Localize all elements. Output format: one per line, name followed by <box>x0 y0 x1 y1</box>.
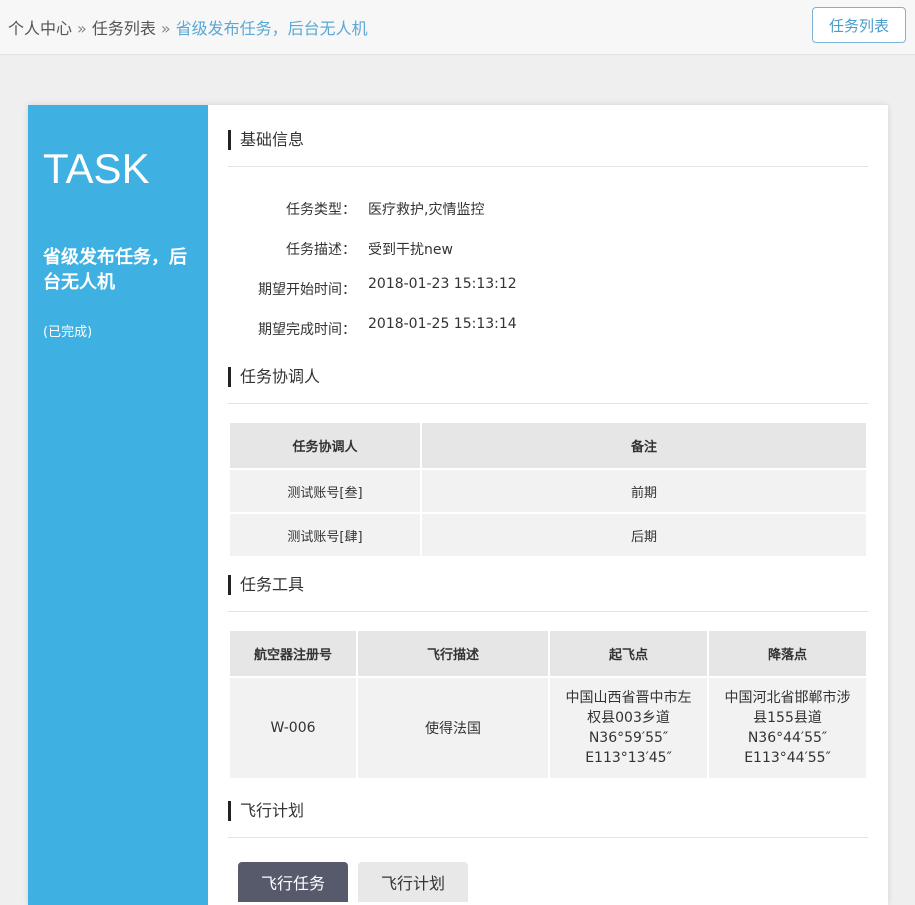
section-coordinators-title: 任务协调人 <box>228 367 868 404</box>
column-header: 起飞点 <box>550 631 707 676</box>
section-title: 任务协调人 <box>240 367 321 386</box>
takeoff-latitude: N36°59′55″ <box>588 730 669 746</box>
coordinator-name: 测试账号[叁] <box>230 470 420 512</box>
coordinator-note: 后期 <box>422 514 866 556</box>
takeoff-point: 中国山西省晋中市左 权县003乡道 N36°59′55″ E113°13′45″ <box>550 678 707 778</box>
task-list-button[interactable]: 任务列表 <box>812 7 906 43</box>
breadcrumb-separator: » <box>160 19 171 38</box>
column-header: 备注 <box>422 423 866 468</box>
table-header-row: 任务协调人 备注 <box>230 423 866 468</box>
takeoff-address-line: 权县003乡道 <box>587 710 670 726</box>
section-title: 飞行计划 <box>240 801 305 820</box>
field-label: 任务描述： <box>286 242 356 258</box>
landing-longitude: E113°44′55″ <box>744 750 831 766</box>
landing-point: 中国河北省邯郸市涉 县155县道 N36°44′55″ E113°44′55″ <box>709 678 866 778</box>
table-row: 测试账号[叁] 前期 <box>230 470 866 512</box>
section-basic-info-title: 基础信息 <box>228 130 868 167</box>
field-label: 期望完成时间： <box>258 322 356 338</box>
table-row: W-006 使得法国 中国山西省晋中市左 权县003乡道 N36°59′55″ … <box>230 678 866 778</box>
tab-flight-plan[interactable]: 飞行计划 <box>358 862 468 902</box>
landing-address-line: 中国河北省邯郸市涉 <box>724 690 851 706</box>
coordinator-note: 前期 <box>422 470 866 512</box>
landing-address-line: 县155县道 <box>753 710 822 726</box>
task-sidebar: TASK 省级发布任务，后台无人机 (已完成) <box>28 105 208 905</box>
coordinators-table: 任务协调人 备注 测试账号[叁] 前期 测试账号[肆] 后期 <box>228 421 868 558</box>
column-header: 降落点 <box>709 631 866 676</box>
landing-latitude: N36°44′55″ <box>747 730 828 746</box>
section-title: 基础信息 <box>240 130 305 149</box>
sidebar-heading: TASK <box>43 145 150 192</box>
field-value: 医疗救护,灾情监控 <box>368 202 485 218</box>
section-marker <box>228 801 231 821</box>
breadcrumb-task-list[interactable]: 任务列表 <box>92 19 156 38</box>
section-title: 任务工具 <box>240 575 305 594</box>
tools-table: 航空器注册号 飞行描述 起飞点 降落点 W-006 使得法国 中国山西省晋中市左… <box>228 629 868 780</box>
breadcrumb: 个人中心» 任务列表» 省级发布任务，后台无人机 <box>8 15 368 39</box>
column-header: 任务协调人 <box>230 423 420 468</box>
column-header: 航空器注册号 <box>230 631 356 676</box>
breadcrumb-separator: » <box>77 19 87 38</box>
task-name: 省级发布任务，后台无人机 <box>43 247 187 293</box>
field-value: 2018-01-25 15:13:14 <box>368 316 517 332</box>
flight-description: 使得法国 <box>358 678 548 778</box>
column-header: 飞行描述 <box>358 631 548 676</box>
takeoff-address-line: 中国山西省晋中市左 <box>565 690 692 706</box>
aircraft-registration: W-006 <box>230 678 356 778</box>
takeoff-longitude: E113°13′45″ <box>585 750 672 766</box>
section-flight-plan-title: 飞行计划 <box>228 801 868 838</box>
table-header-row: 航空器注册号 飞行描述 起飞点 降落点 <box>230 631 866 676</box>
section-marker <box>228 130 231 150</box>
breadcrumb-current: 省级发布任务，后台无人机 <box>175 19 368 38</box>
coordinator-name: 测试账号[肆] <box>230 514 420 556</box>
breadcrumb-personal-center[interactable]: 个人中心 <box>8 19 72 38</box>
field-value: 受到干扰new <box>368 242 453 258</box>
field-label: 任务类型： <box>286 202 356 218</box>
table-row: 测试账号[肆] 后期 <box>230 514 866 556</box>
section-marker <box>228 575 231 595</box>
tab-flight-task[interactable]: 飞行任务 <box>238 862 348 902</box>
field-value: 2018-01-23 15:13:12 <box>368 276 517 292</box>
section-tools-title: 任务工具 <box>228 575 868 612</box>
section-marker <box>228 367 231 387</box>
task-detail-panel: TASK 省级发布任务，后台无人机 (已完成) 基础信息 任务类型： 医疗救护,… <box>28 105 888 905</box>
task-status: (已完成) <box>43 325 93 340</box>
top-bar: 个人中心» 任务列表» 省级发布任务，后台无人机 任务列表 <box>0 0 915 55</box>
field-label: 期望开始时间： <box>258 282 356 298</box>
